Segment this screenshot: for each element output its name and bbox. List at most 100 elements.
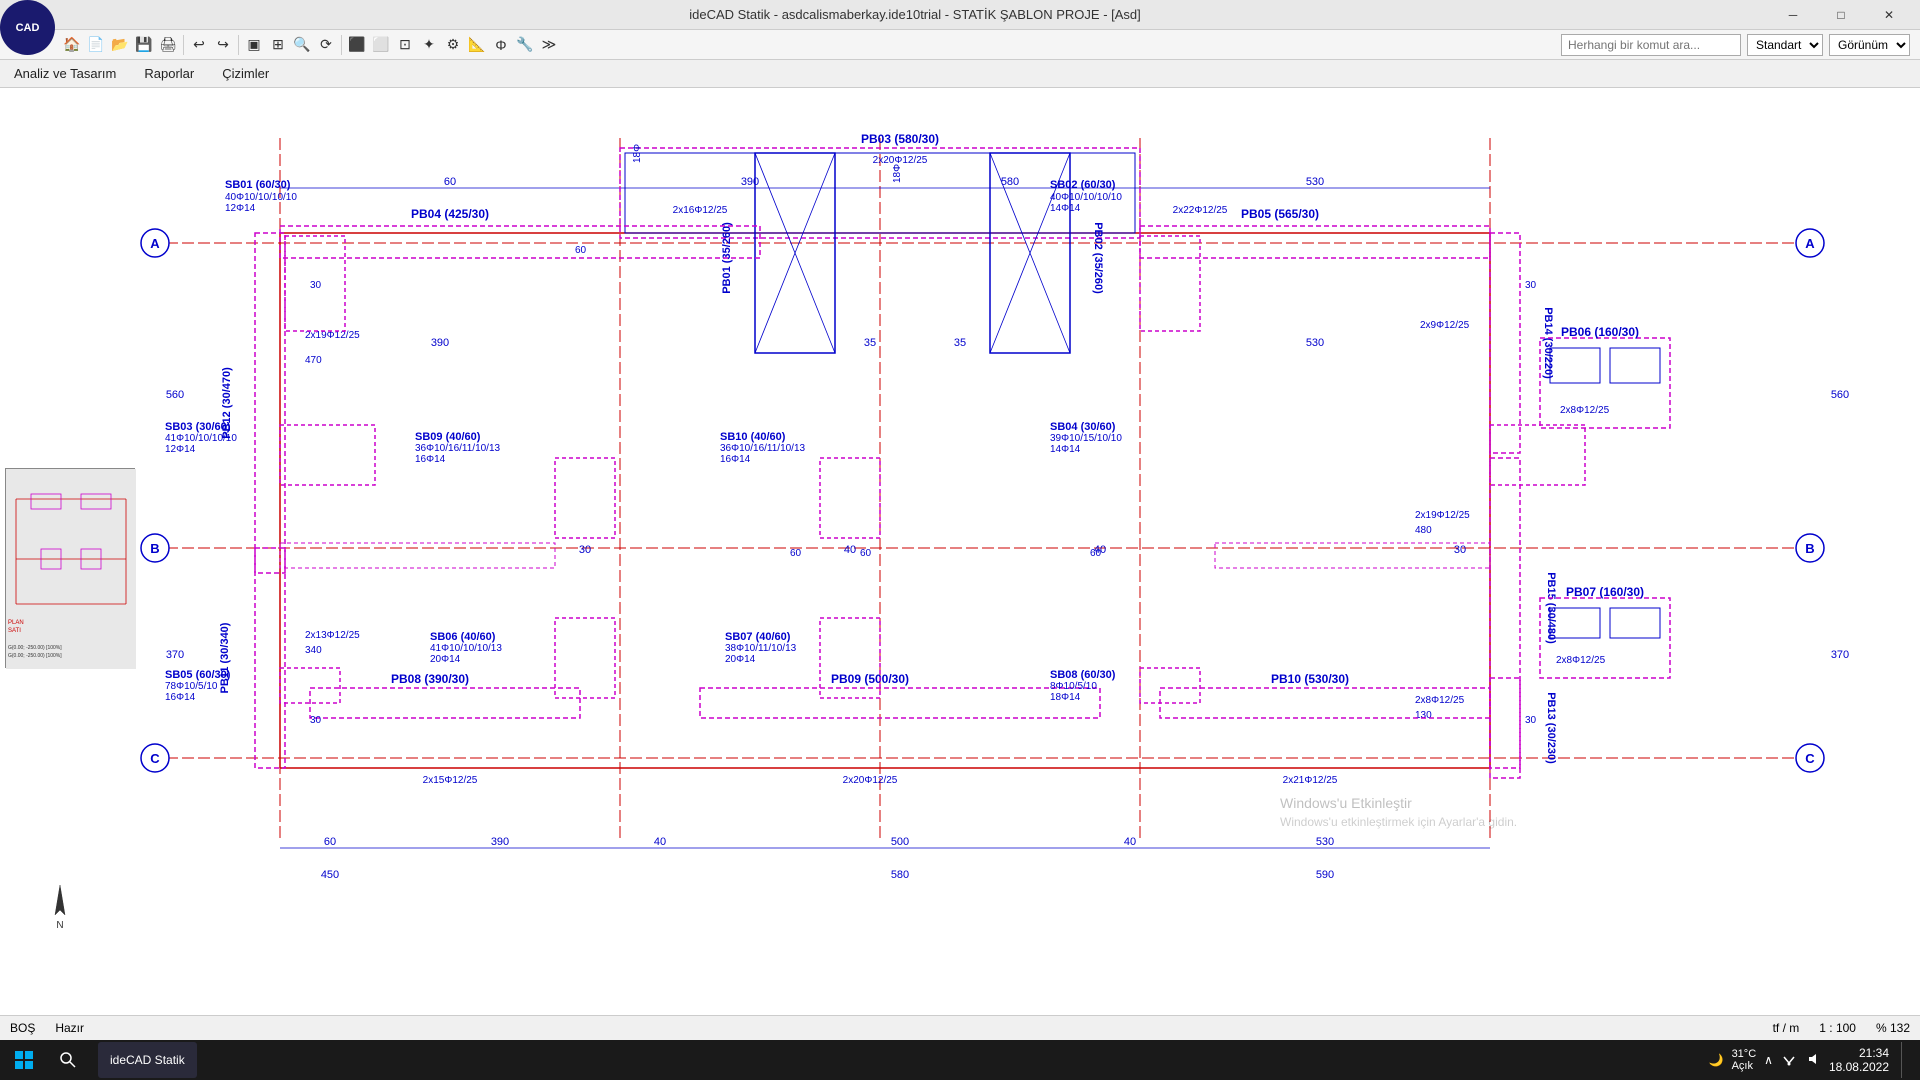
- svg-text:340: 340: [305, 645, 322, 656]
- svg-text:2x13Φ12/25: 2x13Φ12/25: [305, 630, 360, 641]
- view-dropdown[interactable]: Görünüm: [1829, 34, 1910, 56]
- svg-text:A: A: [1805, 236, 1815, 251]
- menu-raporlar[interactable]: Raporlar: [130, 62, 208, 85]
- svg-text:A: A: [150, 236, 160, 251]
- svg-text:390: 390: [491, 836, 509, 848]
- svg-text:C: C: [1805, 751, 1815, 766]
- home-button[interactable]: 🏠: [60, 33, 84, 57]
- svg-text:SATI: SATI: [8, 628, 21, 634]
- svg-text:PB07 (160/30): PB07 (160/30): [1566, 585, 1644, 599]
- network-icon[interactable]: [1781, 1051, 1797, 1070]
- svg-text:40: 40: [1124, 836, 1136, 848]
- tool5-button[interactable]: ⚙: [441, 33, 465, 57]
- svg-text:2x19Φ12/25: 2x19Φ12/25: [1415, 510, 1470, 521]
- search-taskbar-button[interactable]: [48, 1042, 88, 1078]
- svg-text:2x21Φ12/25: 2x21Φ12/25: [1283, 775, 1338, 786]
- zoom-button[interactable]: 🔍: [290, 33, 314, 57]
- svg-text:30: 30: [579, 544, 591, 556]
- svg-text:41Φ10/10/10/10: 41Φ10/10/10/10: [165, 433, 237, 444]
- svg-text:30: 30: [1454, 544, 1466, 556]
- svg-text:N: N: [56, 920, 63, 930]
- tool6-button[interactable]: 📐: [465, 33, 489, 57]
- svg-text:G(0.00; -250.00) [100%]: G(0.00; -250.00) [100%]: [8, 645, 62, 651]
- temperature: 31°C: [1732, 1048, 1757, 1060]
- app-logo: CAD: [0, 0, 55, 55]
- svg-text:2x8Φ12/25: 2x8Φ12/25: [1556, 655, 1606, 666]
- svg-text:40Φ10/10/10/10: 40Φ10/10/10/10: [225, 192, 297, 203]
- wrench-button[interactable]: 🔧: [513, 33, 537, 57]
- minimize-button[interactable]: ─: [1770, 0, 1816, 30]
- notification-icon[interactable]: ∧: [1764, 1053, 1773, 1067]
- svg-text:480: 480: [1415, 525, 1432, 536]
- new-button[interactable]: 📄: [84, 33, 108, 57]
- svg-text:Windows'u Etkinleştir: Windows'u Etkinleştir: [1280, 795, 1412, 811]
- volume-icon[interactable]: [1805, 1051, 1821, 1070]
- svg-text:16Φ14: 16Φ14: [415, 454, 446, 465]
- status-bar: BOŞ Hazır tf / m 1 : 100 % 132: [0, 1015, 1920, 1040]
- svg-text:370: 370: [166, 649, 184, 661]
- svg-text:8Φ10/5/10: 8Φ10/5/10: [1050, 681, 1097, 692]
- svg-text:60: 60: [790, 548, 802, 559]
- window-controls: ─ □ ✕: [1770, 0, 1920, 30]
- more-button[interactable]: ≫: [537, 33, 561, 57]
- svg-text:530: 530: [1306, 337, 1324, 349]
- drawing-canvas[interactable]: A A B B C C 60 390 580 530 60 390 40 500…: [0, 88, 1920, 1040]
- svg-text:16Φ14: 16Φ14: [720, 454, 751, 465]
- select-button[interactable]: ▣: [242, 33, 266, 57]
- command-search[interactable]: [1561, 34, 1741, 56]
- undo-button[interactable]: ↩: [187, 33, 211, 57]
- print-button[interactable]: 🖨: [156, 33, 180, 57]
- svg-text:35: 35: [954, 337, 966, 349]
- structural-drawing: A A B B C C 60 390 580 530 60 390 40 500…: [0, 88, 1920, 998]
- tool1-button[interactable]: ⬛: [345, 33, 369, 57]
- svg-text:41Φ10/10/10/13: 41Φ10/10/10/13: [430, 643, 502, 654]
- refresh-button[interactable]: ⟳: [314, 33, 338, 57]
- tool3-button[interactable]: ⊡: [393, 33, 417, 57]
- rebar-button[interactable]: Φ: [489, 33, 513, 57]
- svg-text:35: 35: [864, 337, 876, 349]
- taskbar-tray: 🌙 31°C Açık ∧ 21:34 18.08.2022: [1709, 1042, 1920, 1078]
- svg-text:530: 530: [1316, 836, 1334, 848]
- svg-text:PB14 (30/220): PB14 (30/220): [1542, 307, 1554, 379]
- svg-text:2x19Φ12/25: 2x19Φ12/25: [305, 330, 360, 341]
- svg-text:30: 30: [310, 280, 322, 291]
- open-button[interactable]: 📂: [108, 33, 132, 57]
- standard-dropdown[interactable]: Standart: [1747, 34, 1823, 56]
- menu-cizimler[interactable]: Çizimler: [208, 62, 283, 85]
- taskbar-app-item[interactable]: ideCAD Statik: [98, 1042, 197, 1078]
- start-button[interactable]: [0, 1040, 48, 1080]
- redo-button[interactable]: ↪: [211, 33, 235, 57]
- show-desktop-button[interactable]: [1901, 1042, 1905, 1078]
- svg-text:12Φ14: 12Φ14: [225, 203, 256, 214]
- time: 21:34: [1829, 1046, 1889, 1060]
- tool4-button[interactable]: ✦: [417, 33, 441, 57]
- svg-text:18Φ: 18Φ: [892, 164, 903, 183]
- tool2-button[interactable]: ⬜: [369, 33, 393, 57]
- svg-text:450: 450: [321, 869, 339, 881]
- svg-text:SB06 (40/60): SB06 (40/60): [430, 631, 496, 643]
- save-button[interactable]: 💾: [132, 33, 156, 57]
- svg-text:20Φ14: 20Φ14: [725, 654, 756, 665]
- close-button[interactable]: ✕: [1866, 0, 1912, 30]
- north-arrow: N: [35, 880, 85, 930]
- taskbar-items: ideCAD Statik: [88, 1042, 1709, 1078]
- svg-text:PB09 (500/30): PB09 (500/30): [831, 672, 909, 686]
- svg-text:PB08 (390/30): PB08 (390/30): [391, 672, 469, 686]
- svg-text:PB13 (30/230): PB13 (30/230): [1545, 692, 1557, 764]
- svg-text:PB04 (425/30): PB04 (425/30): [411, 207, 489, 221]
- svg-text:SB02 (60/30): SB02 (60/30): [1050, 179, 1116, 191]
- date: 18.08.2022: [1829, 1060, 1889, 1074]
- svg-text:PB05 (565/30): PB05 (565/30): [1241, 207, 1319, 221]
- svg-text:20Φ14: 20Φ14: [430, 654, 461, 665]
- svg-text:60: 60: [324, 836, 336, 848]
- svg-text:500: 500: [891, 836, 909, 848]
- menu-analiz[interactable]: Analiz ve Tasarım: [0, 62, 130, 85]
- grid-button[interactable]: ⊞: [266, 33, 290, 57]
- svg-text:36Φ10/16/11/10/13: 36Φ10/16/11/10/13: [415, 443, 501, 454]
- separator-3: [341, 35, 342, 55]
- maximize-button[interactable]: □: [1818, 0, 1864, 30]
- taskbar: ideCAD Statik 🌙 31°C Açık ∧ 21:34 18.08.…: [0, 1040, 1920, 1080]
- svg-text:14Φ14: 14Φ14: [1050, 203, 1081, 214]
- svg-text:PB06 (160/30): PB06 (160/30): [1561, 325, 1639, 339]
- svg-text:SB10 (40/60): SB10 (40/60): [720, 431, 786, 443]
